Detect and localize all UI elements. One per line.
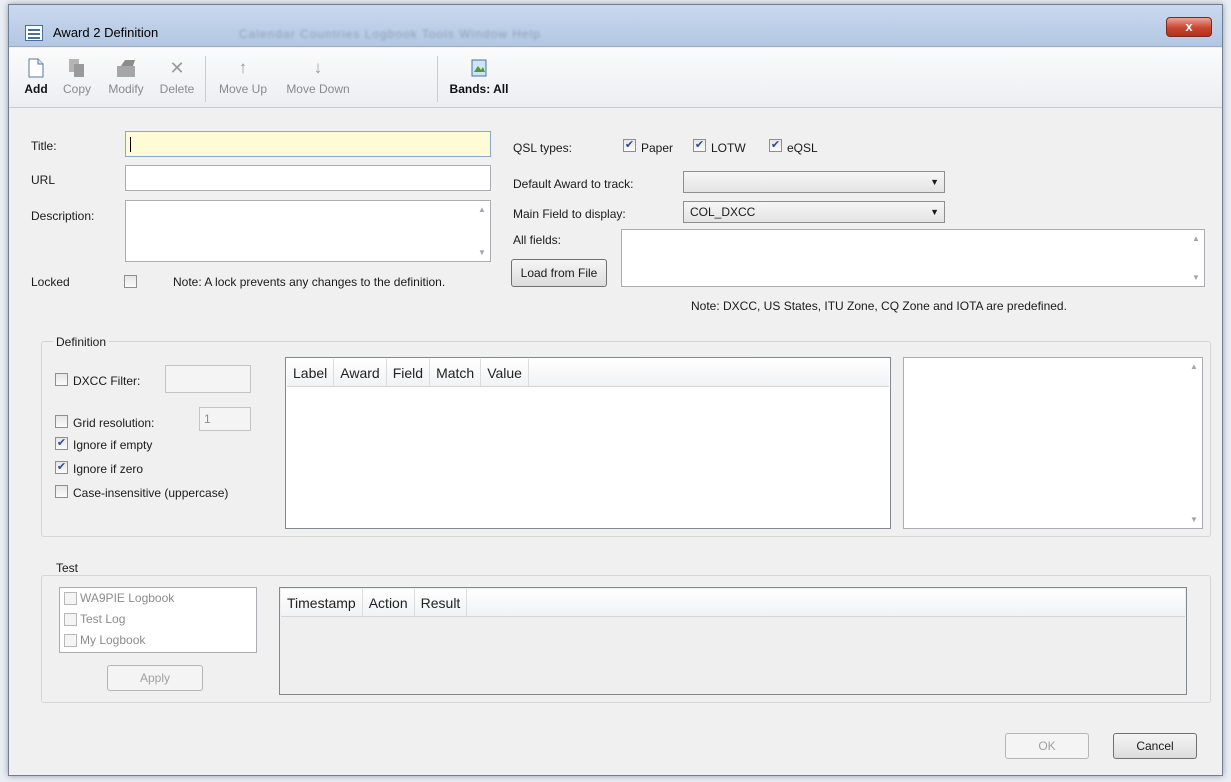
toolbar-separator — [205, 56, 206, 102]
qsl-paper-checkbox[interactable]: ✔ — [623, 139, 636, 152]
column-header-value[interactable]: Value — [481, 359, 529, 386]
column-header-action[interactable]: Action — [363, 589, 415, 616]
new-document-icon — [19, 58, 53, 78]
url-label: URL — [31, 173, 56, 187]
qsl-eqsl-checkbox[interactable]: ✔ — [769, 139, 782, 152]
ignore-if-empty-checkbox[interactable]: ✔ — [55, 437, 68, 450]
bands-icon — [443, 58, 515, 78]
move-up-button[interactable]: ↑ Move Up — [211, 54, 275, 104]
ok-button[interactable]: OK — [1005, 733, 1089, 759]
background-menu-text: Calendar Countries Logbook Tools Window … — [239, 27, 541, 41]
copy-button[interactable]: Copy — [57, 54, 97, 104]
test-results-listview[interactable]: Timestamp Action Result — [279, 587, 1187, 695]
logbook-item: Test Log — [80, 612, 126, 626]
case-insensitive-checkbox[interactable] — [55, 485, 68, 498]
description-textarea[interactable]: ▲ ▼ — [125, 200, 491, 262]
locked-label: Locked — [31, 275, 70, 289]
scroll-down-icon[interactable]: ▼ — [1188, 273, 1204, 282]
default-award-select[interactable]: ▼ — [683, 171, 945, 193]
logbook-item: WA9PIE Logbook — [80, 591, 175, 605]
toolbar-separator — [437, 56, 438, 102]
definition-listview[interactable]: Label Award Field Match Value — [285, 357, 891, 529]
scroll-up-icon[interactable]: ▲ — [1186, 362, 1202, 371]
definition-detail-scrollbar[interactable]: ▲ ▼ — [1186, 358, 1202, 528]
definition-detail-textarea[interactable]: ▲ ▼ — [903, 357, 1203, 529]
all-fields-textarea[interactable]: ▲ ▼ — [621, 229, 1205, 287]
text-caret — [130, 137, 131, 152]
arrow-up-icon: ↑ — [238, 58, 248, 77]
column-header-field[interactable]: Field — [387, 359, 431, 386]
main-field-label: Main Field to display: — [513, 207, 626, 221]
definition-group-title: Definition — [53, 335, 110, 349]
column-header-result[interactable]: Result — [415, 589, 468, 616]
main-field-select[interactable]: COL_DXCC ▼ — [683, 201, 945, 223]
modify-icon — [101, 58, 151, 78]
grid-resolution-checkbox[interactable] — [55, 415, 68, 428]
dxcc-filter-input[interactable] — [165, 365, 251, 393]
all-fields-label: All fields: — [513, 233, 562, 247]
test-results-header: Timestamp Action Result — [281, 589, 1185, 617]
title-bar[interactable]: Award 2 Definition Calendar Countries Lo… — [9, 5, 1222, 47]
column-header-award[interactable]: Award — [334, 359, 387, 386]
add-button[interactable]: Add — [19, 54, 53, 104]
window-title: Award 2 Definition — [53, 25, 159, 40]
ignore-if-zero-label: Ignore if zero — [73, 462, 144, 476]
case-insensitive-label: Case-insensitive (uppercase) — [73, 486, 229, 500]
description-label: Description: — [31, 209, 95, 223]
description-scrollbar[interactable]: ▲ ▼ — [474, 201, 490, 261]
logbook-checklist[interactable]: WA9PIE Logbook Test Log My Logbook — [59, 587, 257, 653]
window-icon — [25, 25, 43, 41]
grid-resolution-input[interactable]: 1 — [199, 407, 251, 431]
qsl-paper-label: Paper — [641, 141, 674, 155]
award-definition-window: Award 2 Definition Calendar Countries Lo… — [8, 4, 1223, 776]
load-from-file-button[interactable]: Load from File — [511, 259, 607, 287]
scroll-down-icon[interactable]: ▼ — [1186, 515, 1202, 524]
column-header-label[interactable]: Label — [287, 359, 335, 386]
all-fields-scrollbar[interactable]: ▲ ▼ — [1188, 230, 1204, 286]
url-input[interactable] — [125, 165, 491, 191]
qsl-eqsl-label: eQSL — [787, 141, 818, 155]
dxcc-filter-checkbox[interactable] — [55, 373, 68, 386]
delete-button[interactable]: ✕ Delete — [155, 54, 199, 104]
arrow-down-icon: ↓ — [313, 58, 323, 77]
qsl-lotw-label: LOTW — [711, 141, 746, 155]
scroll-up-icon[interactable]: ▲ — [1188, 234, 1204, 243]
logbook-checkbox[interactable] — [64, 592, 77, 605]
logbook-item: My Logbook — [80, 633, 146, 647]
modify-button[interactable]: Modify — [101, 54, 151, 104]
toolbar: Add Copy Modify ✕ Delete ↑ Move Up ↓ Mov… — [9, 48, 1222, 108]
delete-icon: ✕ — [169, 58, 185, 78]
definition-list-header: Label Award Field Match Value — [287, 359, 889, 387]
predefined-note: Note: DXCC, US States, ITU Zone, CQ Zone… — [691, 299, 1067, 313]
logbook-checkbox[interactable] — [64, 613, 77, 626]
dxcc-filter-label: DXCC Filter: — [73, 374, 141, 388]
ignore-if-empty-label: Ignore if empty — [73, 438, 153, 452]
test-group-title: Test — [53, 561, 82, 575]
title-label: Title: — [31, 139, 57, 153]
title-input[interactable] — [125, 131, 491, 157]
cancel-button[interactable]: Cancel — [1113, 733, 1197, 759]
locked-note: Note: A lock prevents any changes to the… — [173, 275, 446, 289]
column-header-match[interactable]: Match — [430, 359, 482, 386]
apply-button[interactable]: Apply — [107, 665, 203, 691]
column-header-timestamp[interactable]: Timestamp — [281, 589, 363, 616]
default-award-label: Default Award to track: — [513, 177, 634, 191]
close-button[interactable]: x — [1166, 17, 1212, 37]
scroll-up-icon[interactable]: ▲ — [474, 205, 490, 214]
qsl-lotw-checkbox[interactable]: ✔ — [693, 139, 706, 152]
qsl-types-label: QSL types: — [513, 141, 572, 155]
move-down-button[interactable]: ↓ Move Down — [279, 54, 357, 104]
locked-checkbox[interactable] — [124, 275, 137, 288]
copy-icon — [57, 58, 97, 78]
grid-resolution-label: Grid resolution: — [73, 416, 155, 430]
dropdown-arrow-icon: ▼ — [930, 207, 939, 217]
scroll-down-icon[interactable]: ▼ — [474, 248, 490, 257]
logbook-checkbox[interactable] — [64, 634, 77, 647]
ignore-if-zero-checkbox[interactable]: ✔ — [55, 461, 68, 474]
bands-button[interactable]: Bands: All — [443, 54, 515, 104]
dropdown-arrow-icon: ▼ — [930, 177, 939, 187]
